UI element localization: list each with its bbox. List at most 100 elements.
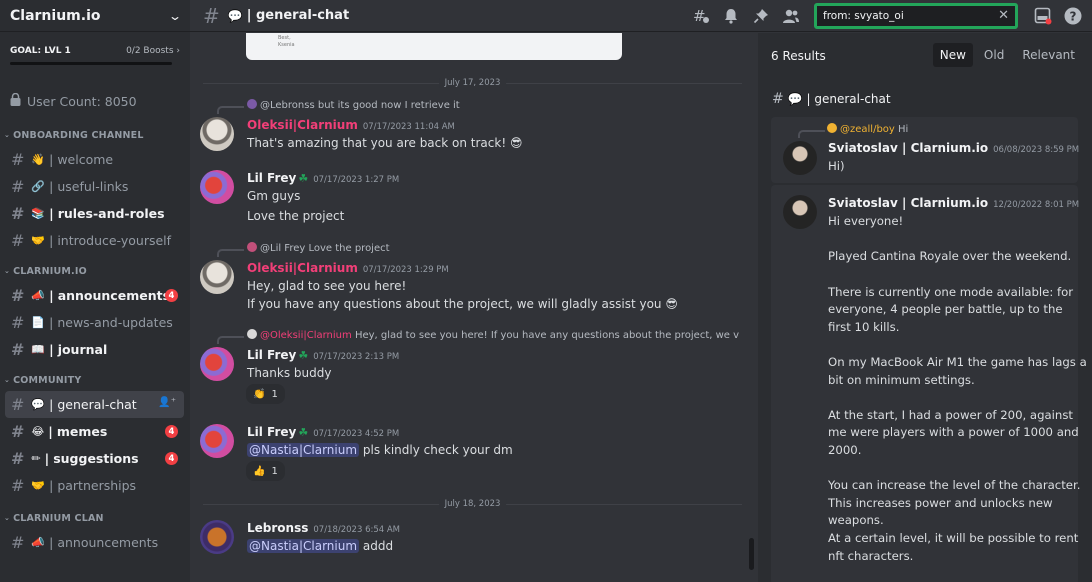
category-clarnium[interactable]: ⌄ CLARNIUM.IO [0,260,190,282]
hash-icon: # [11,313,25,332]
channel-title: | general-chat [246,8,350,23]
message-text: Love the project [247,209,345,223]
channel-memes[interactable]: # 😂 | memes 4 [5,418,184,445]
username[interactable]: Lebronss [247,521,308,535]
role-leaf-icon: ☘ [298,349,309,362]
result-channel-label[interactable]: # 💬 | general-chat [772,91,891,107]
goal-label: GOAL: LVL 1 [10,46,71,56]
message-header: Oleksii|Clarnium 07/17/2023 1:29 PM [247,261,449,275]
reaction-chip[interactable]: 👏 1 [246,384,285,404]
avatar-mini [827,123,837,133]
bell-icon[interactable] [722,7,740,25]
channel-introduce-yourself[interactable]: # 🤝 | introduce-yourself [5,227,184,254]
message-embed-image[interactable]: Best, Ksenia [246,33,622,60]
invite-member-icon[interactable]: 👤⁺ [158,397,176,408]
user-mention[interactable]: @Nastia|Clarnium [247,539,360,553]
message-text: me were players with a power of 1000 and [828,425,1079,439]
results-count: 6 Results [771,49,826,63]
chevron-down-icon[interactable]: ⌄ [168,9,182,23]
username[interactable]: Sviatoslav | Clarnium.io [828,196,988,210]
search-result[interactable]: @zeall/boy Hi Sviatoslav | Clarnium.io 06… [771,117,1080,183]
inbox-icon[interactable] [1034,7,1052,25]
avatar[interactable] [200,347,234,381]
channel-news-and-updates[interactable]: # 📄 | news-and-updates [5,309,184,336]
channel-useful-links[interactable]: # 🔗 | useful-links [5,173,184,200]
timestamp: 07/17/2023 11:04 AM [362,122,455,132]
timestamp: 06/08/2023 8:59 PM [993,145,1080,155]
threads-icon[interactable]: # [692,7,710,25]
message-text: At the start, I had a power of 200, agai… [828,408,1074,422]
hash-icon: # [11,533,25,552]
server-name: Clarnium.io [10,7,101,24]
sort-relevant-tab[interactable]: Relevant [1015,43,1082,67]
channel-sidebar: Clarnium.io ⌄ GOAL: LVL 1 0/2 Boosts › U… [0,0,190,582]
hash-icon: # [11,395,25,414]
scrollbar-thumb[interactable] [749,538,754,570]
channel-emoji: 💬 [227,8,243,23]
message-text: On my MacBook Air M1 the game has lags a [828,355,1087,369]
username[interactable]: Oleksii|Clarnium [247,118,358,132]
message-header: Lil Frey ☘ 07/17/2023 1:27 PM [247,171,399,185]
members-icon[interactable] [782,7,800,25]
close-icon[interactable]: ✕ [998,8,1009,23]
help-icon[interactable]: ? [1064,7,1082,25]
channel-clan-announcements[interactable]: # 📣 | announcements [5,529,184,556]
username[interactable]: Lil Frey [247,348,296,362]
avatar[interactable] [200,424,234,458]
message-text: Hi) [828,159,845,173]
channel-rules-and-roles[interactable]: # 📚 | rules-and-roles [5,200,184,227]
category-clarnium-clan[interactable]: ⌄ CLARNIUM CLAN [0,507,190,529]
avatar[interactable] [783,195,817,229]
reaction-chip[interactable]: 👍 1 [246,461,285,481]
hash-icon: # [11,340,25,359]
sort-new-tab[interactable]: New [932,43,973,67]
category-community[interactable]: ⌄ COMMUNITY [0,369,190,391]
channel-general-chat[interactable]: # 💬 | general-chat 👤⁺ [5,391,184,418]
reply-preview[interactable]: @Oleksii|Clarnium Hey, glad to see you h… [247,329,739,341]
message-list[interactable]: Best, Ksenia July 17, 2023 @Lebronss but… [190,33,758,582]
category-onboarding[interactable]: ⌄ ONBOARDING CHANNEL [0,124,190,146]
message-text: Gm guys [247,189,301,203]
svg-text:?: ? [1070,10,1077,24]
channel-announcements[interactable]: # 📣 | announcements 4 [5,282,184,309]
message-text: @Nastia|Clarnium pls kindly check your d… [247,443,513,457]
hash-icon: # [203,3,220,28]
search-result[interactable]: Sviatoslav | Clarnium.io 12/20/2022 8:01 … [771,185,1087,582]
avatar[interactable] [200,520,234,554]
message-text: Played Cantina Royale over the weekend. [828,249,1072,263]
channel-suggestions[interactable]: # ✏ | suggestions 4 [5,445,184,472]
caret-icon: ⌄ [4,514,11,522]
username[interactable]: Sviatoslav | Clarnium.io [828,141,988,155]
message-text: Thanks buddy [247,366,332,380]
reply-preview[interactable]: @Lebronss but its good now I retrieve it [247,99,460,111]
message-text: That's amazing that you are back on trac… [247,136,523,150]
server-header[interactable]: Clarnium.io ⌄ [0,0,190,32]
username[interactable]: Lil Frey [247,425,296,439]
reply-preview[interactable]: @Lil Frey Love the project [247,242,390,254]
channel-welcome[interactable]: # 👋 | welcome [5,146,184,173]
sort-old-tab[interactable]: Old [977,43,1011,67]
reply-preview[interactable]: @zeall/boy Hi [827,123,908,135]
caret-icon: ⌄ [4,376,11,384]
search-query[interactable]: from: svyato_oi [823,10,904,22]
boost-goal[interactable]: GOAL: LVL 1 0/2 Boosts › [0,32,190,78]
avatar[interactable] [200,117,234,151]
channel-partnerships[interactable]: # 🤝 | partnerships [5,472,184,499]
boost-count[interactable]: 0/2 Boosts › [126,46,180,56]
hash-icon: # [11,231,25,250]
boost-progress-bar [10,62,172,65]
avatar[interactable] [783,141,817,175]
caret-icon: ⌄ [4,267,11,275]
mention-badge: 4 [165,425,178,438]
pin-icon[interactable] [752,7,770,25]
hash-icon: # [11,204,25,223]
username[interactable]: Oleksii|Clarnium [247,261,358,275]
avatar[interactable] [200,170,234,204]
hash-icon: # [11,449,25,468]
search-input[interactable]: from: svyato_oi ✕ [814,3,1018,29]
timestamp: 07/17/2023 1:29 PM [362,265,449,275]
avatar[interactable] [200,260,234,294]
channel-journal[interactable]: # 📖 | journal [5,336,184,363]
user-mention[interactable]: @Nastia|Clarnium [247,443,360,457]
username[interactable]: Lil Frey [247,171,296,185]
